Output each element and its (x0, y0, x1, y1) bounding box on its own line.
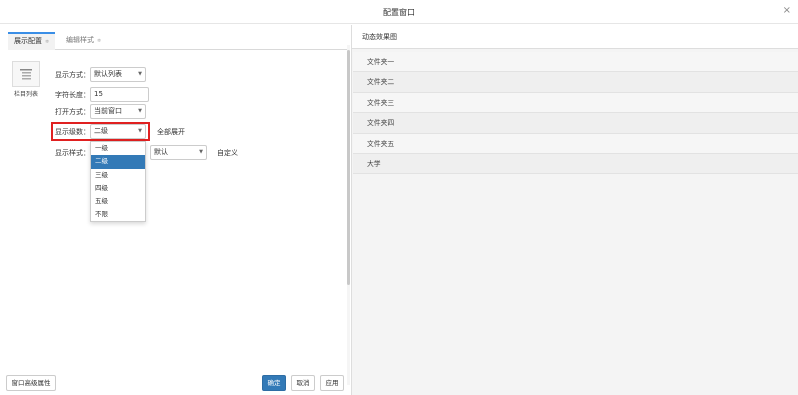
preview-list: 文件夹一 文件夹二 文件夹三 文件夹四 文件夹五 大学 (353, 52, 798, 175)
display-mode-select[interactable]: 默认列表 ▼ (90, 67, 146, 82)
preview-item[interactable]: 文件夹三 (353, 92, 798, 114)
component-tile[interactable]: 栏目列表 (10, 61, 42, 98)
chevron-down-icon: ▼ (138, 108, 142, 114)
cancel-button[interactable]: 取消 (291, 375, 315, 391)
sort-icon: ≑ (97, 38, 102, 44)
level-option[interactable]: 三级 (91, 169, 145, 182)
chevron-down-icon: ▼ (138, 71, 142, 77)
scrollbar-thumb[interactable] (347, 50, 350, 285)
display-style-select[interactable]: 默认 ▼ (150, 145, 207, 160)
level-option[interactable]: 四级 (91, 182, 145, 195)
component-label: 栏目列表 (13, 91, 38, 98)
dialog-titlebar: 配置窗口 × (0, 0, 798, 24)
preview-title: 动态效果图 (352, 25, 798, 49)
tab-label: 编辑样式 (66, 36, 94, 44)
custom-style-link[interactable]: 自定义 (217, 148, 238, 158)
tab-display-config[interactable]: 展示配置 ≑ (8, 32, 56, 50)
advanced-properties-button[interactable]: 窗口高级属性 (6, 375, 56, 391)
chevron-down-icon: ▼ (199, 149, 203, 155)
char-length-input[interactable]: 15 (90, 87, 149, 102)
char-length-label: 字符长度： (55, 91, 90, 99)
list-icon (12, 61, 40, 87)
preview-item[interactable]: 文件夹一 (353, 52, 798, 73)
preview-item[interactable]: 文件夹二 (353, 72, 798, 93)
level-option[interactable]: 不限 (91, 208, 145, 221)
display-level-dropdown: 一级 二级 三级 四级 五级 不限 (90, 141, 146, 222)
display-style-label: 显示样式： (55, 149, 90, 157)
close-icon[interactable]: × (783, 5, 791, 16)
preview-pane: 动态效果图 文件夹一 文件夹二 文件夹三 文件夹四 文件夹五 大学 (351, 25, 798, 395)
ok-button[interactable]: 确定 (262, 375, 286, 391)
level-option[interactable]: 一级 (91, 142, 145, 155)
display-level-highlight (51, 122, 150, 141)
display-mode-value: 默认列表 (94, 70, 122, 78)
config-pane: 展示配置 ≑ 编辑样式 ≑ 栏目列表 (0, 25, 350, 395)
preview-item[interactable]: 文件夹四 (353, 113, 798, 134)
expand-all-link[interactable]: 全部展开 (157, 127, 185, 137)
sort-icon: ≑ (45, 39, 50, 45)
open-mode-value: 当前窗口 (94, 107, 122, 115)
apply-button[interactable]: 应用 (320, 375, 344, 391)
tab-label: 展示配置 (14, 37, 42, 45)
level-option-selected[interactable]: 二级 (91, 155, 145, 169)
open-mode-select[interactable]: 当前窗口 ▼ (90, 104, 146, 119)
display-mode-label: 显示方式： (55, 71, 90, 79)
open-mode-label: 打开方式： (55, 108, 90, 116)
preview-item[interactable]: 文件夹五 (353, 133, 798, 154)
dialog-title: 配置窗口 (383, 8, 415, 17)
level-option[interactable]: 五级 (91, 195, 145, 208)
display-style-value: 默认 (154, 148, 168, 156)
tab-edit-style[interactable]: 编辑样式 ≑ (60, 32, 107, 50)
config-tabs: 展示配置 ≑ 编辑样式 ≑ (8, 32, 348, 50)
preview-item[interactable]: 大学 (353, 153, 798, 175)
